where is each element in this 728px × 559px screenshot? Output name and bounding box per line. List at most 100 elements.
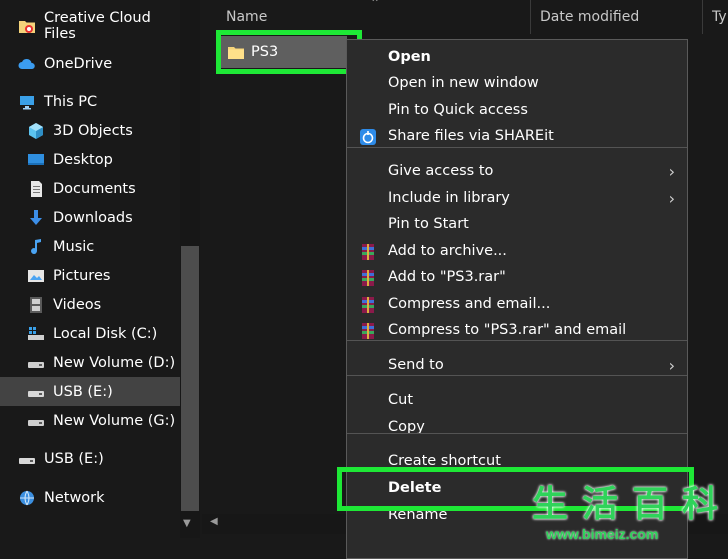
menu-separator: [347, 147, 687, 148]
nav-item-network[interactable]: Network: [0, 483, 180, 512]
scroll-down-arrow-icon[interactable]: ▼: [183, 518, 191, 529]
scroll-left-arrow-icon[interactable]: ◀: [210, 516, 218, 527]
menu-item-label: Give access to: [388, 163, 494, 179]
menu-item-label: Add to "PS3.rar": [388, 269, 506, 285]
watermark-url: www.bimeiz.com: [546, 526, 659, 542]
nav-item-label: Music: [53, 238, 95, 255]
winrar-icon: [359, 243, 377, 261]
sort-ascending-icon: ⌃: [370, 0, 381, 10]
nav-item-label: USB (E:): [44, 450, 104, 467]
column-header-name[interactable]: Name: [226, 0, 267, 34]
nav-item-usb-e[interactable]: USB (E:): [0, 444, 180, 473]
chevron-right-icon: ›: [668, 356, 675, 375]
nav-item-usb-e[interactable]: USB (E:): [0, 377, 180, 406]
nav-item-label: OneDrive: [44, 55, 113, 72]
menu-item-label: Pin to Start: [388, 216, 469, 232]
watermark: 生活百科 www.bimeiz.com: [528, 482, 728, 546]
nav-item-label: Documents: [53, 180, 136, 197]
nav-item-desktop[interactable]: Desktop: [0, 145, 180, 174]
nav-item-label: USB (E:): [53, 383, 113, 400]
menu-item-label: Pin to Quick access: [388, 102, 528, 118]
winrar-icon: [359, 296, 377, 314]
nav-item-label: Downloads: [53, 209, 133, 226]
nav-item-new-volume-g[interactable]: New Volume (G:): [0, 406, 180, 435]
nav-item-label: Local Disk (C:): [53, 325, 158, 342]
watermark-char: 科: [681, 483, 718, 525]
menu-item-cut[interactable]: Cut: [347, 388, 687, 414]
menu-separator: [347, 340, 687, 341]
desktop-icon: [27, 151, 45, 169]
nav-item-music[interactable]: Music: [0, 232, 180, 261]
nav-item-videos[interactable]: Videos: [0, 290, 180, 319]
chevron-right-icon: ›: [668, 162, 675, 181]
column-header-date-modified[interactable]: Date modified: [540, 0, 639, 34]
menu-item-add-to-archive[interactable]: Add to archive...: [347, 239, 687, 265]
menu-item-label: Open: [388, 49, 431, 65]
menu-separator: [347, 375, 687, 376]
picture-icon: [27, 267, 45, 285]
watermark-char: 活: [581, 483, 618, 525]
menu-item-open-in-new-window[interactable]: Open in new window: [347, 71, 687, 97]
menu-item-label: Share files via SHAREit: [388, 128, 554, 144]
nav-item-label: Network: [44, 489, 105, 506]
film-icon: [27, 296, 45, 314]
menu-item-pin-to-quick-access[interactable]: Pin to Quick access: [347, 98, 687, 124]
menu-item-add-to-ps3-rar[interactable]: Add to "PS3.rar": [347, 265, 687, 291]
watermark-char: 生: [531, 483, 568, 525]
watermark-char: 百: [631, 483, 668, 525]
windows-drive-icon: [27, 325, 45, 343]
usb-drive-icon: [18, 450, 36, 468]
menu-item-label: Add to archive...: [388, 243, 507, 259]
download-arrow-icon: [27, 209, 45, 227]
creative-cloud-folder-icon: [18, 17, 36, 35]
menu-item-pin-to-start[interactable]: Pin to Start: [347, 212, 687, 238]
chevron-right-icon: ›: [668, 189, 675, 208]
menu-item-copy[interactable]: Copy: [347, 415, 687, 441]
watermark-logo: 生活百科: [528, 482, 722, 526]
column-divider[interactable]: [530, 0, 531, 34]
menu-item-label: Compress and email...: [388, 296, 551, 312]
shareit-icon: [359, 128, 377, 146]
cloud-icon: [18, 55, 36, 73]
nav-item-label: New Volume (G:): [53, 412, 176, 429]
computer-icon: [18, 93, 36, 111]
nav-item-documents[interactable]: Documents: [0, 174, 180, 203]
nav-scrollbar-thumb[interactable]: [181, 246, 199, 511]
music-note-icon: [27, 238, 45, 256]
drive-icon: [27, 412, 45, 430]
drive-icon: [27, 354, 45, 372]
nav-item-downloads[interactable]: Downloads: [0, 203, 180, 232]
nav-item-label: New Volume (D:): [53, 354, 176, 371]
nav-item-label: Creative Cloud Files: [44, 9, 151, 42]
menu-item-label: Open in new window: [388, 75, 539, 91]
nav-item-3d-objects[interactable]: 3D Objects: [0, 116, 180, 145]
highlight-box: [216, 30, 362, 74]
nav-item-label: Pictures: [53, 267, 111, 284]
navigation-pane: Creative Cloud Files OneDrive This PC 3D Ob…: [0, 0, 200, 546]
winrar-icon: [359, 322, 377, 340]
menu-item-open[interactable]: Open: [347, 45, 687, 71]
nav-item-pictures[interactable]: Pictures: [0, 261, 180, 290]
menu-separator: [347, 433, 687, 434]
nav-item-local-disk-c[interactable]: Local Disk (C:): [0, 319, 180, 348]
nav-item-label: This PC: [44, 93, 98, 110]
network-icon: [18, 489, 36, 507]
menu-item-label: Cut: [388, 392, 413, 408]
document-icon: [27, 180, 45, 198]
nav-item-onedrive[interactable]: OneDrive: [0, 49, 180, 78]
column-divider[interactable]: [702, 0, 703, 34]
menu-item-label: Compress to "PS3.rar" and email: [388, 322, 627, 338]
cube-icon: [27, 122, 45, 140]
nav-item-label: 3D Objects: [53, 122, 133, 139]
column-header-type[interactable]: Ty: [712, 0, 728, 34]
nav-item-label: Videos: [53, 296, 102, 313]
menu-item-label: Include in library: [388, 190, 510, 206]
nav-item-label: Desktop: [53, 151, 113, 168]
menu-item-give-access-to[interactable]: Give access to ›: [347, 159, 687, 185]
nav-item-creative-cloud-files[interactable]: Creative Cloud Files: [0, 9, 180, 42]
menu-item-include-in-library[interactable]: Include in library ›: [347, 186, 687, 212]
menu-item-compress-and-email[interactable]: Compress and email...: [347, 292, 687, 318]
usb-drive-icon: [27, 383, 45, 401]
nav-item-this-pc[interactable]: This PC: [0, 87, 180, 116]
nav-item-new-volume-d[interactable]: New Volume (D:): [0, 348, 180, 377]
